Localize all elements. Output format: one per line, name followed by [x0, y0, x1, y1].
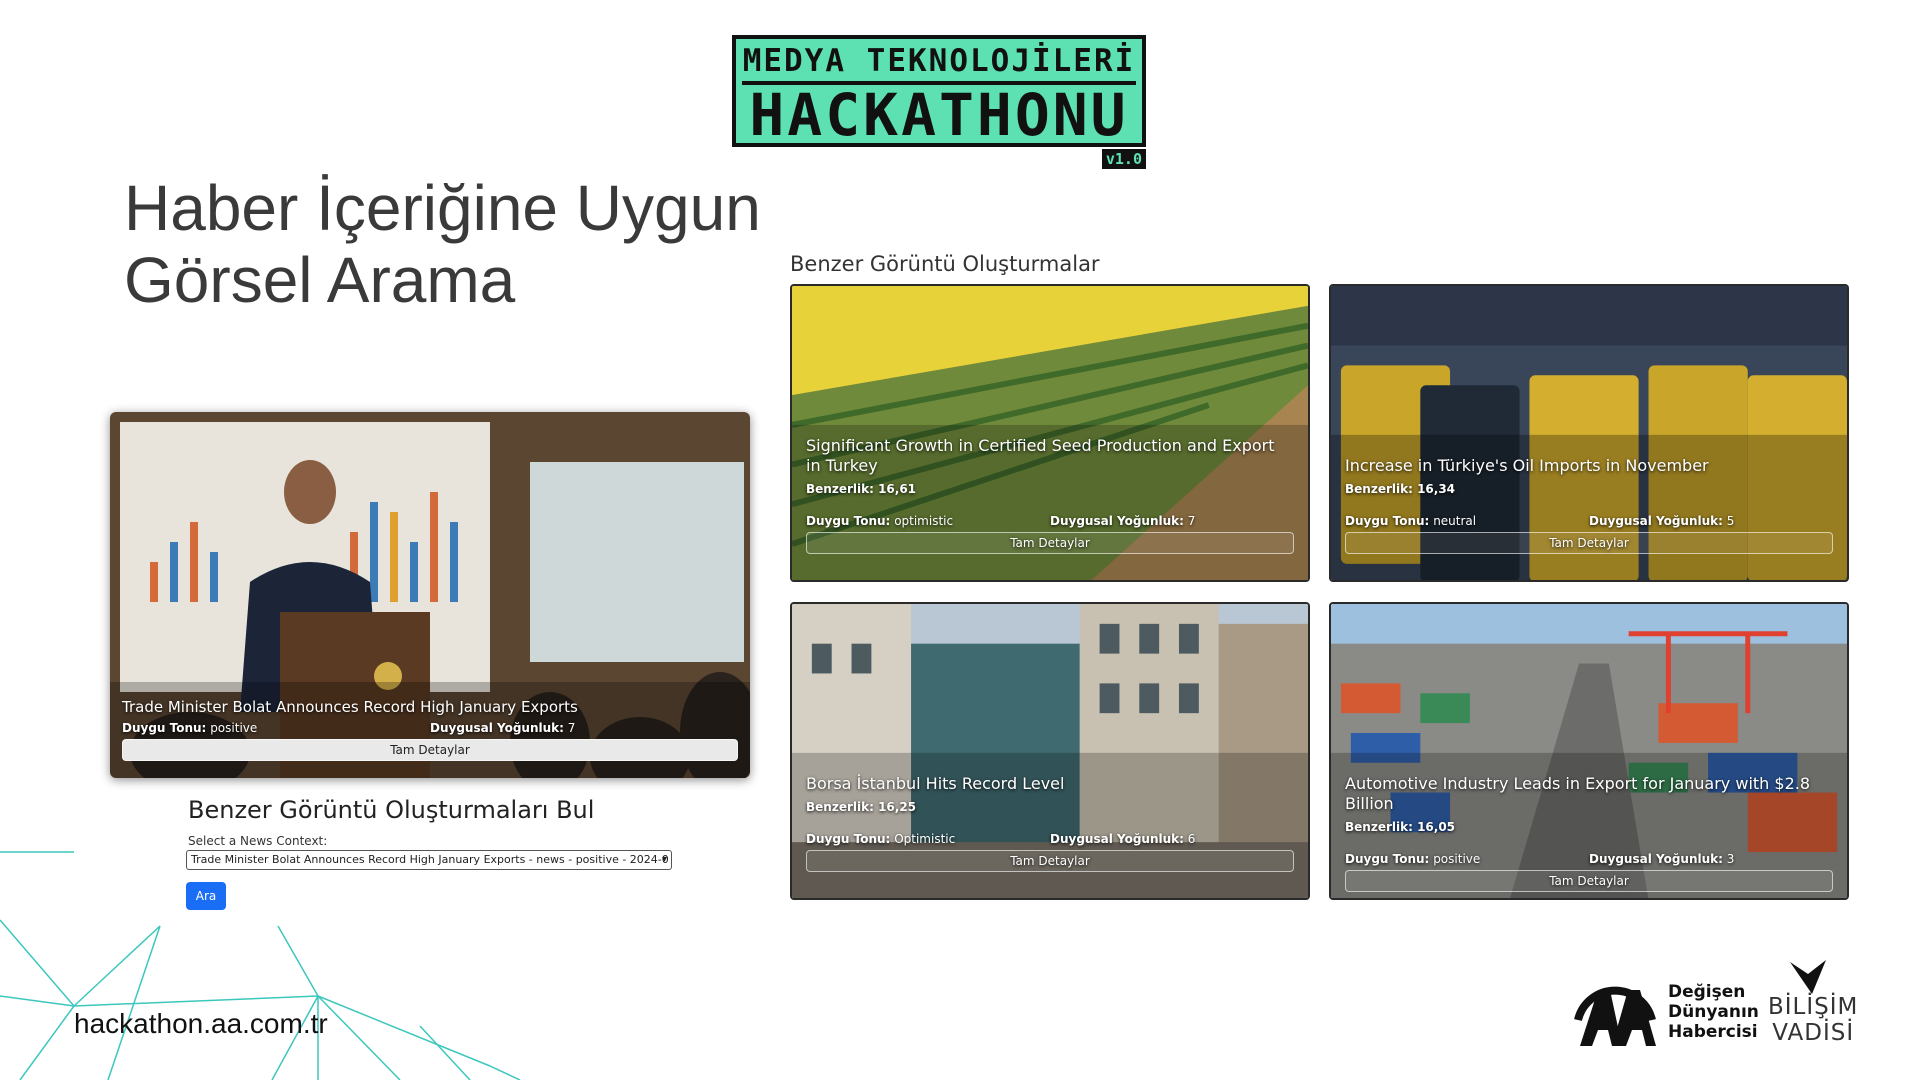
similarity-value: 16,61: [878, 482, 917, 496]
result-caption: Automotive Industry Leads in Export for …: [1345, 774, 1833, 892]
result-caption: Increase in Türkiye's Oil Imports in Nov…: [1345, 456, 1833, 554]
tone-value: neutral: [1433, 514, 1477, 528]
intensity-label: Duygusal Yoğunluk:: [430, 721, 564, 735]
news-context-selected-value: Trade Minister Bolat Announces Record Hi…: [191, 853, 669, 866]
result-detail-button[interactable]: Tam Detaylar: [806, 850, 1294, 872]
slide-title: Haber İçeriğine Uygun Görsel Arama: [124, 172, 824, 316]
similarity-value: 16,25: [878, 800, 917, 814]
result-detail-button[interactable]: Tam Detaylar: [1345, 870, 1833, 892]
selected-news-preview-card: Trade Minister Bolat Announces Record Hi…: [110, 412, 750, 778]
similarity-label: Benzerlik:: [1345, 820, 1413, 834]
preview-title: Trade Minister Bolat Announces Record Hi…: [122, 698, 578, 716]
form-title: Benzer Görüntü Oluşturmaları Bul: [188, 796, 595, 824]
similarity-label: Benzerlik:: [1345, 482, 1413, 496]
result-title: Automotive Industry Leads in Export for …: [1345, 774, 1811, 813]
result-detail-button[interactable]: Tam Detaylar: [806, 532, 1294, 554]
tone-value: optimistic: [894, 514, 954, 528]
tone-value: positive: [1433, 852, 1481, 866]
result-caption: Significant Growth in Certified Seed Pro…: [806, 436, 1294, 554]
tone-label: Duygu Tonu:: [122, 721, 207, 735]
tone-label: Duygu Tonu:: [806, 514, 891, 528]
slide-title-line2: Görsel Arama: [124, 244, 516, 316]
bv-line1: BİLİŞİM: [1768, 994, 1859, 1020]
tone-label: Duygu Tonu:: [1345, 852, 1430, 866]
result-card: Significant Growth in Certified Seed Pro…: [790, 284, 1310, 582]
intensity-label: Duygusal Yoğunluk:: [1589, 852, 1723, 866]
preview-detail-button[interactable]: Tam Detaylar: [122, 739, 738, 761]
bilisim-vadisi-wordmark: BİLİŞİM VADİSİ: [1768, 994, 1858, 1046]
result-caption: Borsa İstanbul Hits Record Level Benzerl…: [806, 774, 1294, 872]
result-detail-button[interactable]: Tam Detaylar: [1345, 532, 1833, 554]
hackathon-logo: MEDYA TEKNOLOJİLERİ HACKATHONU v1.0: [732, 35, 1146, 169]
intensity-value: 6: [1187, 832, 1196, 846]
similarity-value: 16,34: [1417, 482, 1456, 496]
intensity-value: 3: [1726, 852, 1735, 866]
intensity-label: Duygusal Yoğunluk:: [1589, 514, 1723, 528]
news-context-select[interactable]: Trade Minister Bolat Announces Record Hi…: [186, 850, 672, 870]
logo-line2: HACKATHONU: [749, 81, 1129, 149]
result-title: Borsa İstanbul Hits Record Level: [806, 774, 1065, 793]
tone-label: Duygu Tonu:: [1345, 514, 1430, 528]
aa-slogan-line2: Dünyanın: [1668, 1002, 1759, 1022]
logo-box: MEDYA TEKNOLOJİLERİ HACKATHONU: [732, 35, 1146, 147]
aa-slogan-line3: Habercisi: [1668, 1022, 1758, 1042]
bilisim-vadisi-logo-icon: [1790, 960, 1826, 994]
aa-logo-icon: [1574, 986, 1656, 1046]
result-card: Borsa İstanbul Hits Record Level Benzerl…: [790, 602, 1310, 900]
news-context-label: Select a News Context:: [188, 834, 328, 848]
preview-caption: Trade Minister Bolat Announces Record Hi…: [122, 698, 738, 761]
similarity-label: Benzerlik:: [806, 482, 874, 496]
logo-line1: MEDYA TEKNOLOJİLERİ: [742, 43, 1136, 79]
intensity-label: Duygusal Yoğunluk:: [1050, 514, 1184, 528]
similarity-label: Benzerlik:: [806, 800, 874, 814]
preview-meta: Duygu Tonu: positive Duygusal Yoğunluk: …: [122, 721, 738, 735]
aa-slogan: Değişen Dünyanın Habercisi: [1668, 982, 1759, 1042]
result-title: Increase in Türkiye's Oil Imports in Nov…: [1345, 456, 1709, 475]
result-title: Significant Growth in Certified Seed Pro…: [806, 436, 1275, 475]
aa-slogan-line1: Değişen: [1668, 982, 1746, 1002]
intensity-label: Duygusal Yoğunluk:: [1050, 832, 1184, 846]
intensity-value: 7: [567, 721, 576, 735]
bv-line2: VADİSİ: [1772, 1020, 1855, 1046]
search-button[interactable]: Ara: [186, 882, 226, 910]
slide-title-line1: Haber İçeriğine Uygun: [124, 172, 761, 244]
results-heading: Benzer Görüntü Oluşturmalar: [790, 252, 1100, 276]
site-url: hackathon.aa.com.tr: [74, 1008, 328, 1039]
result-card: Increase in Türkiye's Oil Imports in Nov…: [1329, 284, 1849, 582]
similarity-value: 16,05: [1417, 820, 1456, 834]
result-card: Automotive Industry Leads in Export for …: [1329, 602, 1849, 900]
chevron-down-icon: ▾: [661, 854, 667, 865]
tone-value: positive: [210, 721, 258, 735]
intensity-value: 5: [1726, 514, 1735, 528]
tone-value: Optimistic: [894, 832, 956, 846]
intensity-value: 7: [1187, 514, 1196, 528]
tone-label: Duygu Tonu:: [806, 832, 891, 846]
logo-version: v1.0: [1101, 149, 1146, 169]
